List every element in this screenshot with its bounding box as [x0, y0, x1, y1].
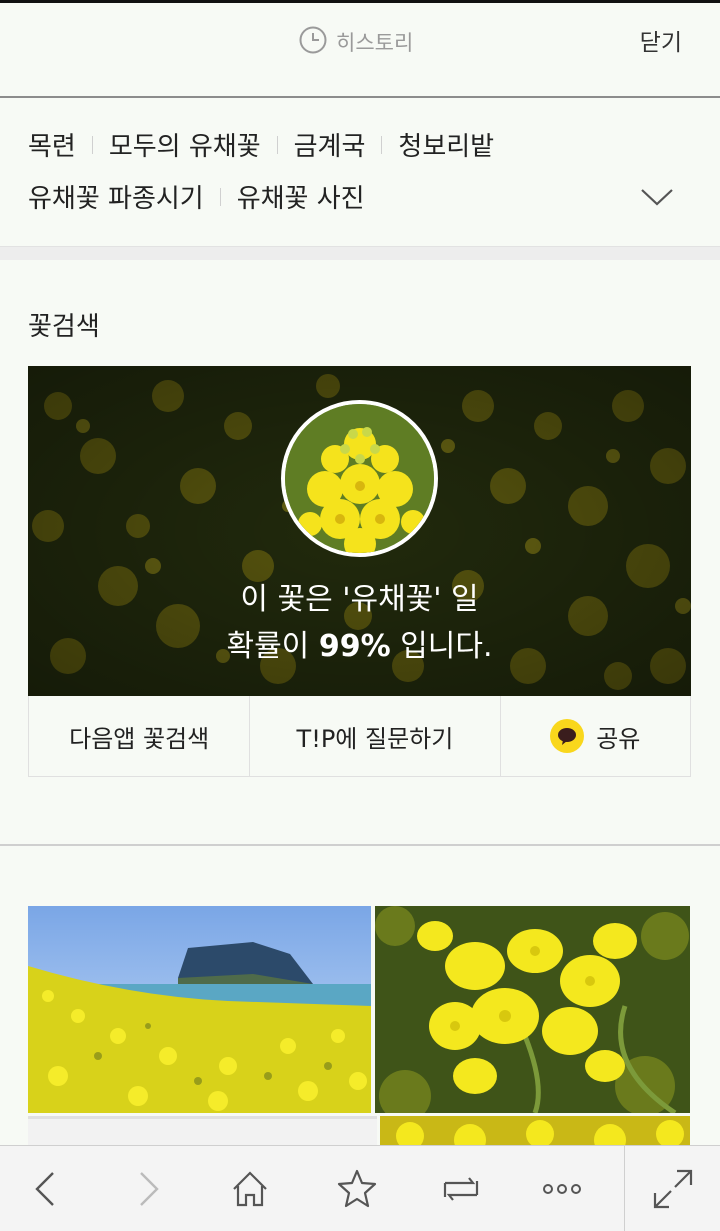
close-button[interactable]: 닫기 — [640, 23, 682, 57]
tag-item[interactable]: 청보리밭 — [398, 126, 494, 163]
more-dots-icon[interactable] — [537, 1164, 587, 1214]
share-button[interactable]: 공유 — [501, 696, 690, 776]
result-text-line1: 이 꽃은 '유채꽃' 일 — [240, 582, 479, 617]
tag-separator — [276, 135, 278, 154]
share-label: 공유 — [596, 724, 641, 753]
tag-item[interactable]: 모두의 유채꽃 — [109, 126, 261, 163]
section-divider — [0, 844, 720, 846]
toolbar-separator — [624, 1146, 625, 1231]
tabs-switch-icon[interactable] — [436, 1164, 486, 1214]
tag-separator — [381, 135, 383, 154]
tag-row-1: 목련 모두의 유채꽃 금계국 청보리밭 — [28, 126, 494, 163]
history-button[interactable]: 히스토리 — [298, 25, 413, 59]
section-title: 꽃검색 — [28, 312, 100, 342]
clock-icon — [298, 25, 328, 60]
chevron-down-icon[interactable] — [640, 186, 674, 208]
result-prefix: 확률이 — [226, 629, 319, 664]
header: 히스토리 닫기 — [0, 3, 720, 96]
result-percent: 99% — [318, 629, 391, 664]
tag-item[interactable]: 목련 — [28, 126, 76, 163]
related-tags: 목련 모두의 유채꽃 금계국 청보리밭 유채꽃 파종시기 유채꽃 사진 — [0, 98, 720, 246]
home-icon[interactable] — [225, 1164, 275, 1214]
history-label: 히스토리 — [336, 31, 414, 55]
tip-question-button[interactable]: T!P에 질문하기 — [250, 696, 501, 776]
forward-arrow-icon[interactable] — [124, 1164, 174, 1214]
kakao-talk-icon — [550, 719, 585, 753]
tag-item[interactable]: 금계국 — [294, 126, 366, 163]
image-result[interactable] — [28, 906, 371, 1113]
star-icon[interactable] — [332, 1164, 382, 1214]
tag-separator — [91, 135, 93, 154]
tag-row-2: 유채꽃 파종시기 유채꽃 사진 — [28, 178, 365, 215]
result-text-line2: 확률이 99% 입니다. — [28, 621, 691, 665]
daum-flower-search-button[interactable]: 다음앱 꽃검색 — [29, 696, 251, 776]
tag-item[interactable]: 유채꽃 파종시기 — [28, 178, 204, 215]
back-arrow-icon[interactable] — [20, 1164, 70, 1214]
flower-thumbnail — [281, 400, 438, 557]
fullscreen-icon[interactable] — [648, 1164, 698, 1214]
image-result[interactable] — [375, 906, 690, 1113]
tag-item[interactable]: 유채꽃 사진 — [237, 178, 365, 215]
section-spacer — [0, 246, 720, 260]
result-suffix: 입니다. — [390, 629, 493, 664]
tag-separator — [219, 187, 221, 206]
action-bar: 다음앱 꽃검색 T!P에 질문하기 공유 — [28, 696, 691, 777]
flower-result-card: 이 꽃은 '유채꽃' 일 확률이 99% 입니다. — [28, 366, 691, 696]
browser-toolbar — [0, 1145, 720, 1231]
